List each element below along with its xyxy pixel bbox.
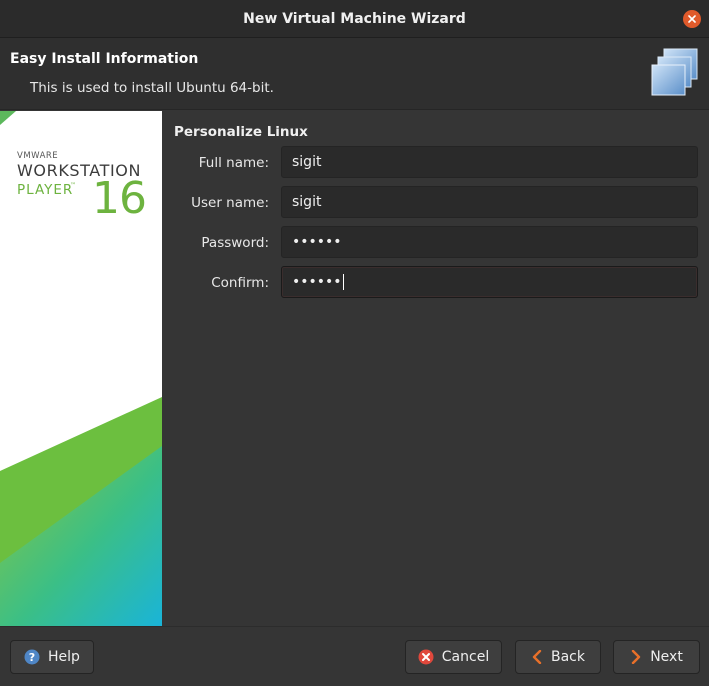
title-bar: New Virtual Machine Wizard — [0, 0, 709, 38]
user-name-value: sigit — [292, 194, 322, 210]
cancel-icon — [418, 649, 434, 665]
cancel-label: Cancel — [441, 649, 490, 665]
close-icon — [688, 15, 696, 23]
page-title: Easy Install Information — [10, 51, 199, 67]
vendor-logo-text: VMWARE — [17, 151, 59, 161]
form-panel: Personalize Linux Full name: sigit User … — [162, 111, 709, 626]
password-value: •••••• — [292, 234, 342, 250]
full-name-input[interactable]: sigit — [281, 146, 698, 178]
chevron-left-icon — [532, 650, 542, 664]
window-title: New Virtual Machine Wizard — [243, 11, 466, 27]
help-icon: ? — [24, 649, 40, 665]
password-input[interactable]: •••••• — [281, 226, 698, 258]
full-name-label: Full name: — [198, 155, 269, 171]
product-version: 16 — [92, 173, 147, 224]
help-button[interactable]: ? Help — [10, 640, 94, 674]
trademark-symbol: ™ — [70, 182, 76, 189]
help-label: Help — [48, 649, 80, 665]
close-button[interactable] — [683, 10, 701, 28]
product-edition: PLAYER — [17, 182, 74, 198]
button-bar: ? Help Cancel Back Next — [0, 626, 709, 686]
wizard-header: Easy Install Information This is used to… — [0, 38, 709, 110]
svg-text:?: ? — [29, 651, 35, 664]
back-label: Back — [551, 649, 585, 665]
page-subtitle: This is used to install Ubuntu 64-bit. — [30, 80, 274, 96]
full-name-value: sigit — [292, 154, 322, 170]
next-label: Next — [650, 649, 683, 665]
chevron-right-icon — [631, 650, 641, 664]
branding-panel: VMWARE WORKSTATION PLAYER ™ 16 — [0, 111, 162, 626]
section-title: Personalize Linux — [174, 124, 308, 140]
password-label: Password: — [201, 235, 269, 251]
virtual-machine-icon — [651, 48, 698, 96]
text-caret — [342, 274, 344, 290]
back-button[interactable]: Back — [515, 640, 601, 674]
user-name-input[interactable]: sigit — [281, 186, 698, 218]
next-button[interactable]: Next — [613, 640, 700, 674]
confirm-password-input[interactable]: •••••• — [281, 266, 698, 298]
confirm-password-value: •••••• — [292, 274, 342, 290]
cancel-button[interactable]: Cancel — [405, 640, 502, 674]
user-name-label: User name: — [191, 195, 269, 211]
confirm-label: Confirm: — [211, 275, 269, 291]
